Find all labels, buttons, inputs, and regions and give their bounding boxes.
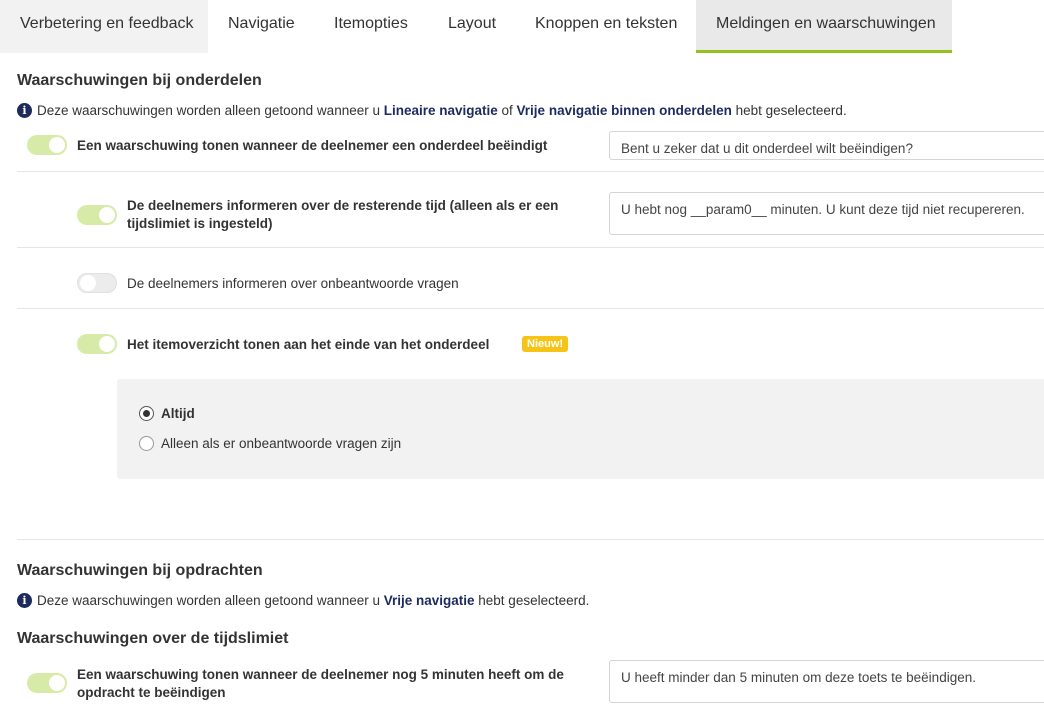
option-label: De deelnemers informeren over onbeantwoo…	[127, 276, 459, 291]
section-title-opdrachten: Waarschuwingen bij opdrachten	[17, 562, 263, 579]
item-overview-options: Altijd Alleen als er onbeantwoorde vrage…	[117, 379, 1044, 479]
section-title-tijdslimiet: Waarschuwingen over de tijdslimiet	[17, 630, 289, 647]
info-onderdelen: i Deze waarschuwingen worden alleen geto…	[17, 103, 847, 118]
radio-label: Alleen als er onbeantwoorde vragen zijn	[161, 436, 402, 451]
toggle-5-minutes-warning[interactable]	[27, 673, 67, 693]
option-label: De deelnemers informeren over de restere…	[127, 198, 559, 231]
toggle-item-overview[interactable]	[77, 334, 117, 354]
toggle-warn-end-section[interactable]	[27, 135, 67, 155]
divider	[17, 171, 1044, 172]
tab-bar-spacer	[952, 0, 1044, 53]
tab-bar: Verbetering en feedback Navigatie Itemop…	[0, 0, 1044, 53]
tab-navigatie[interactable]: Navigatie	[208, 0, 314, 53]
radio-alleen-onbeantwoord[interactable]: Alleen als er onbeantwoorde vragen zijn	[139, 436, 401, 451]
option-label: Een waarschuwing tonen wanneer de deelne…	[77, 138, 548, 153]
option-label: Het itemoverzicht tonen aan het einde va…	[127, 337, 490, 352]
divider	[17, 308, 1044, 309]
radio-unchecked-icon[interactable]	[139, 436, 154, 451]
section-title-onderdelen: Waarschuwingen bij onderdelen	[17, 72, 262, 89]
radio-label: Altijd	[161, 406, 195, 421]
tab-knoppen-en-teksten[interactable]: Knoppen en teksten	[515, 0, 696, 53]
toggle-remaining-time[interactable]	[77, 205, 117, 225]
divider	[17, 247, 1044, 248]
option-label: Een waarschuwing tonen wanneer de deelne…	[77, 667, 564, 700]
remaining-time-input[interactable]: U hebt nog __param0__ minuten. U kunt de…	[609, 192, 1044, 235]
five-minutes-warning-input[interactable]: U heeft minder dan 5 minuten om deze toe…	[609, 660, 1044, 703]
info-text: Deze waarschuwingen worden alleen getoon…	[37, 103, 847, 118]
tab-meldingen-en-waarschuwingen[interactable]: Meldingen en waarschuwingen	[696, 0, 952, 53]
divider	[17, 539, 1044, 540]
radio-altijd[interactable]: Altijd	[139, 406, 195, 421]
info-icon: i	[17, 103, 32, 118]
warn-end-section-input[interactable]: Bent u zeker dat u dit onderdeel wilt be…	[609, 131, 1044, 160]
tab-itemopties[interactable]: Itemopties	[314, 0, 428, 53]
new-badge: Nieuw!	[522, 336, 569, 352]
tab-layout[interactable]: Layout	[428, 0, 515, 53]
radio-checked-icon[interactable]	[139, 406, 154, 421]
info-icon: i	[17, 593, 32, 608]
tab-verbetering-en-feedback[interactable]: Verbetering en feedback	[0, 0, 208, 53]
info-opdrachten: i Deze waarschuwingen worden alleen geto…	[17, 593, 589, 608]
info-text: Deze waarschuwingen worden alleen getoon…	[37, 593, 590, 608]
toggle-unanswered-questions[interactable]	[77, 273, 117, 293]
